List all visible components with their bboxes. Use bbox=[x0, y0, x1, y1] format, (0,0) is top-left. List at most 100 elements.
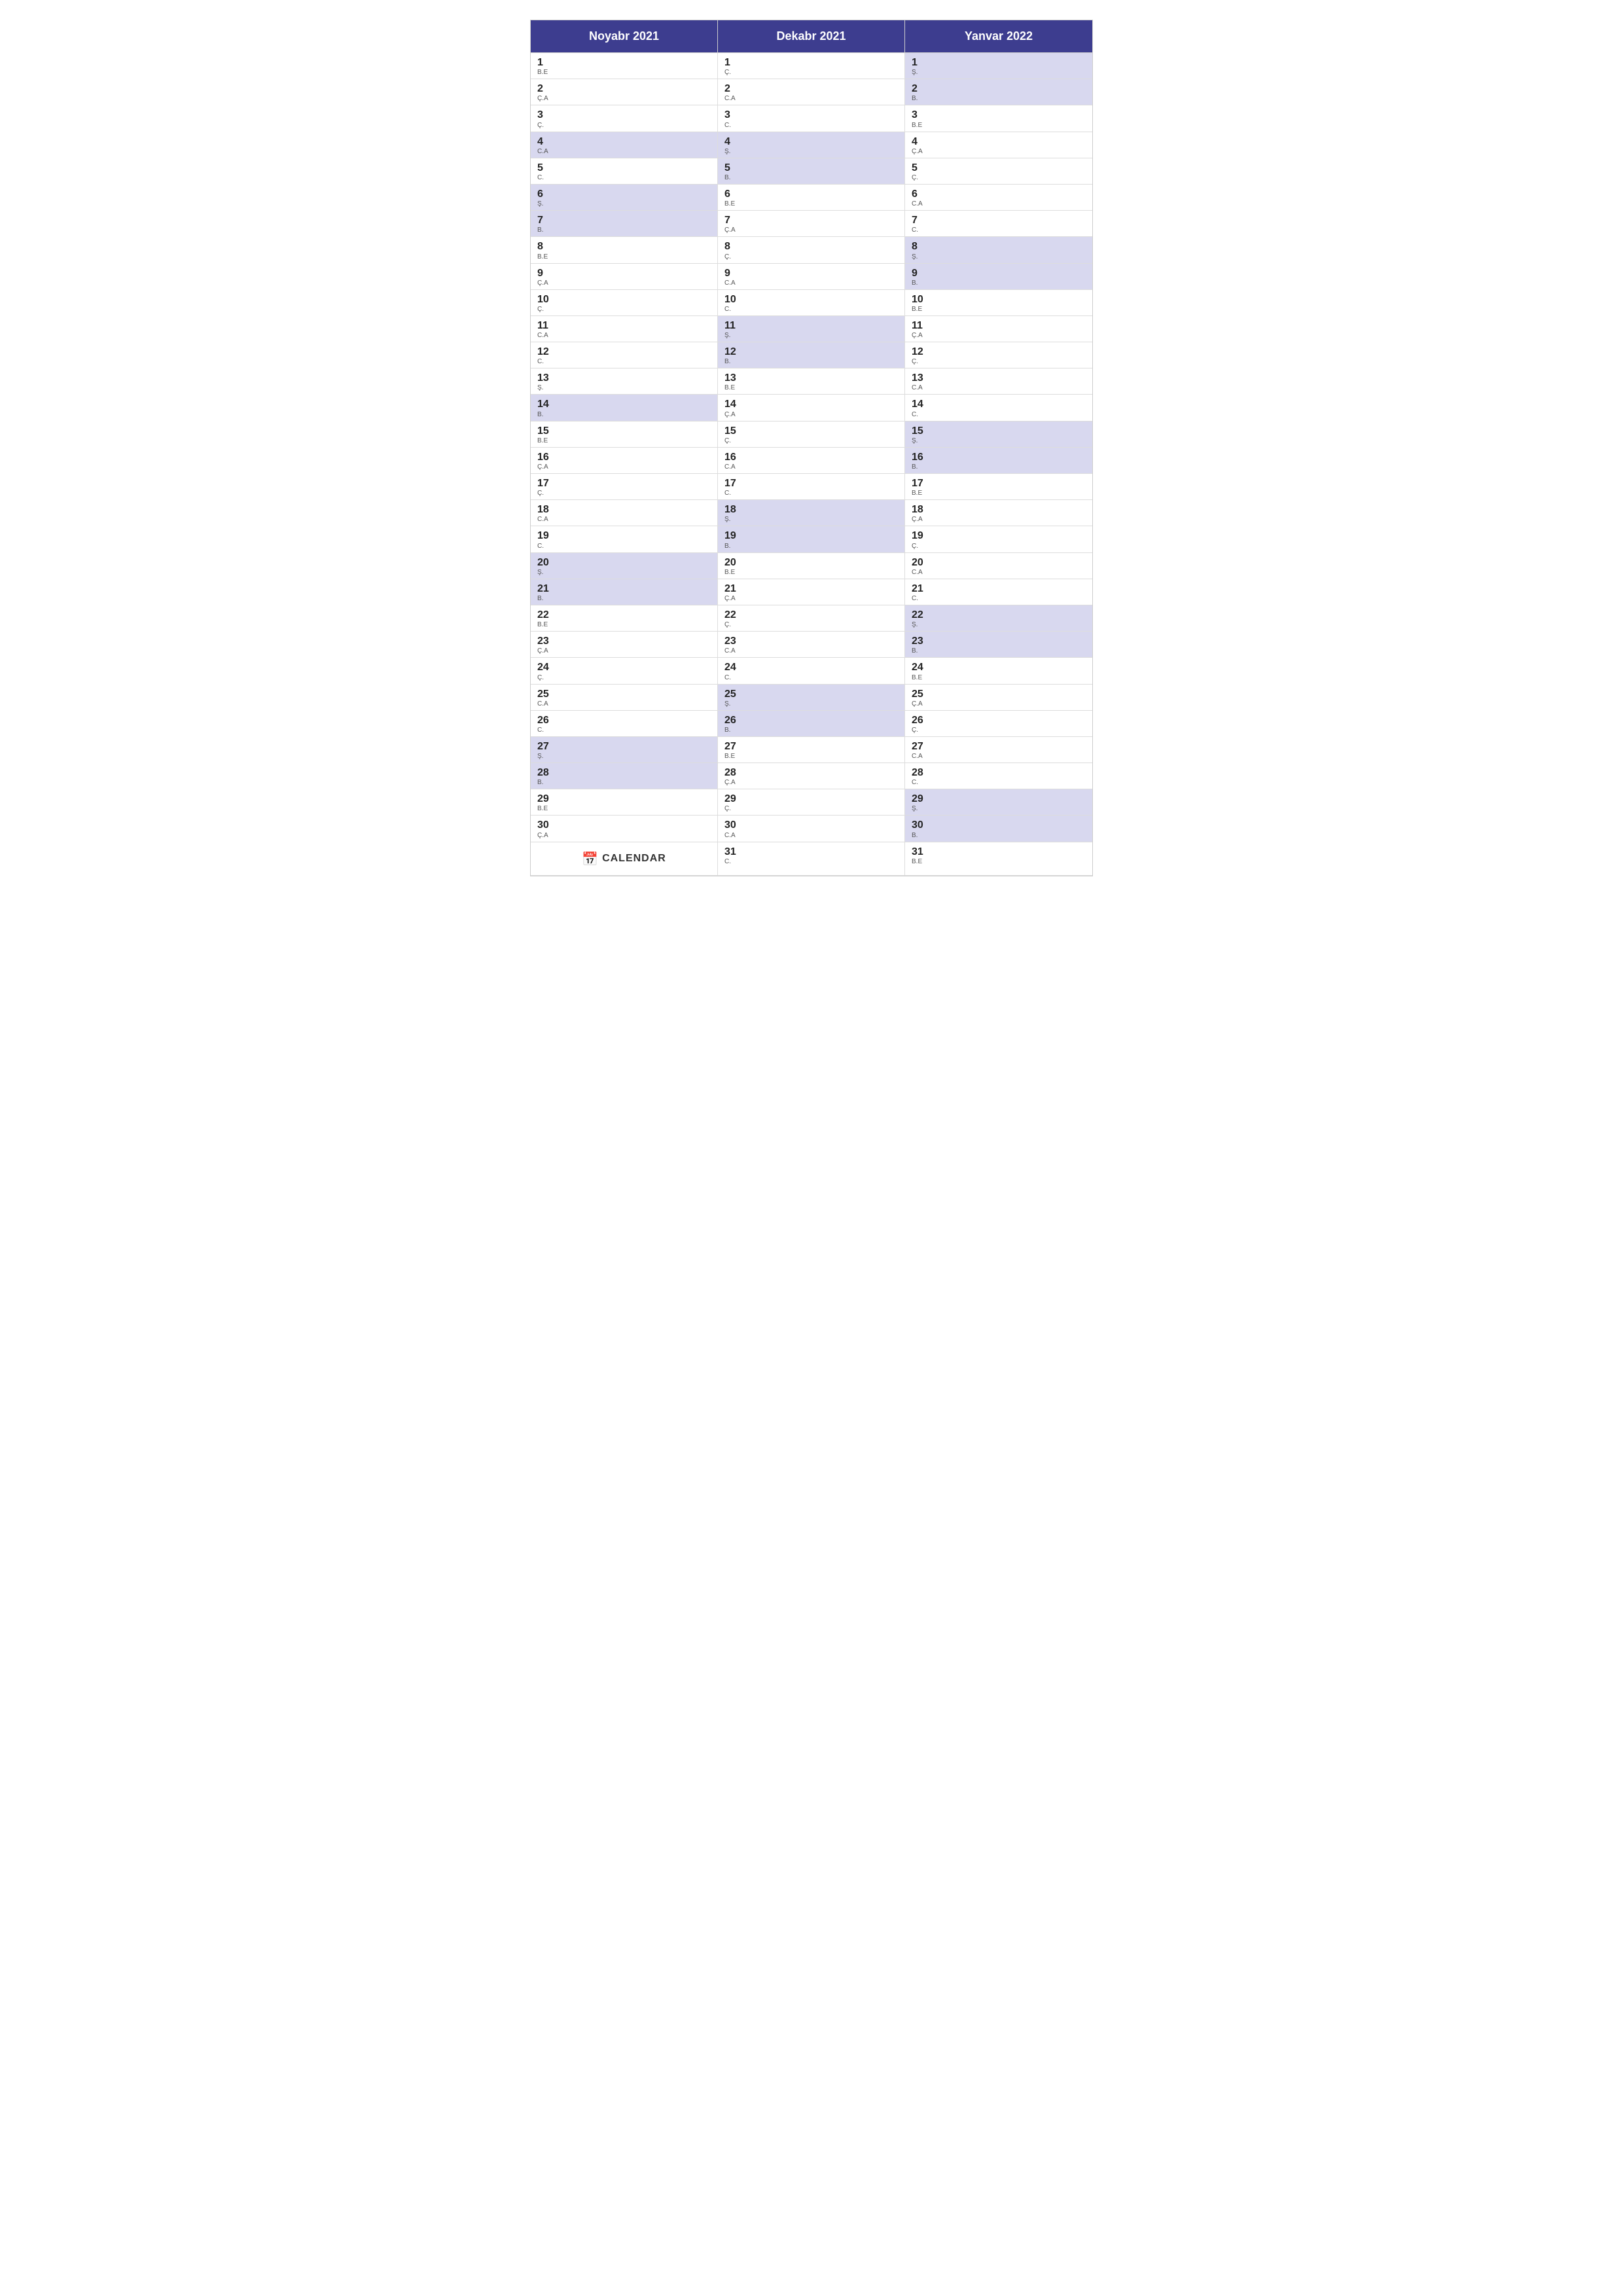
day-cell: 30B. bbox=[905, 816, 1092, 842]
day-cell: 17Ç. bbox=[531, 474, 718, 500]
day-abbr: Ç. bbox=[537, 490, 711, 497]
day-abbr: Ç.A bbox=[724, 411, 898, 418]
day-abbr: C. bbox=[912, 779, 1086, 786]
day-abbr: B. bbox=[537, 595, 711, 602]
day-number: 6 bbox=[912, 188, 1086, 200]
day-cell: 16Ç.A bbox=[531, 448, 718, 474]
day-number: 30 bbox=[537, 819, 711, 831]
day-cell: 9Ç.A bbox=[531, 264, 718, 290]
day-cell: 25C.A bbox=[531, 685, 718, 711]
day-number: 17 bbox=[724, 477, 898, 490]
day-cell: 18C.A bbox=[531, 500, 718, 526]
day-number: 29 bbox=[724, 793, 898, 805]
day-abbr: B. bbox=[537, 779, 711, 786]
day-cell: 27Ş. bbox=[531, 737, 718, 763]
day-number: 2 bbox=[537, 82, 711, 95]
day-abbr: B.E bbox=[724, 200, 898, 207]
day-number: 15 bbox=[537, 425, 711, 437]
day-abbr: Ç. bbox=[724, 69, 898, 76]
day-number: 12 bbox=[912, 346, 1086, 358]
day-cell: 10Ç. bbox=[531, 290, 718, 316]
day-cell: 6B.E bbox=[718, 185, 905, 211]
day-number: 21 bbox=[537, 583, 711, 595]
day-number: 12 bbox=[537, 346, 711, 358]
day-abbr: B.E bbox=[537, 621, 711, 628]
day-number: 30 bbox=[724, 819, 898, 831]
day-number: 4 bbox=[537, 135, 711, 148]
day-number: 31 bbox=[912, 846, 1086, 858]
day-cell: 11Ş. bbox=[718, 316, 905, 342]
day-cell: 14Ç.A bbox=[718, 395, 905, 421]
day-cell: 1B.E bbox=[531, 53, 718, 79]
day-cell: 27B.E bbox=[718, 737, 905, 763]
day-number: 26 bbox=[912, 714, 1086, 726]
day-number: 9 bbox=[724, 267, 898, 279]
day-number: 11 bbox=[724, 319, 898, 332]
day-abbr: Ç.A bbox=[724, 595, 898, 602]
day-cell: 3Ç. bbox=[531, 105, 718, 132]
day-cell: 15Ş. bbox=[905, 422, 1092, 448]
day-cell: 5C. bbox=[531, 158, 718, 185]
day-number: 17 bbox=[912, 477, 1086, 490]
day-number: 28 bbox=[912, 766, 1086, 779]
day-number: 22 bbox=[537, 609, 711, 621]
logo-text: CALENDAR bbox=[602, 853, 666, 865]
day-number: 3 bbox=[912, 109, 1086, 121]
day-number: 15 bbox=[912, 425, 1086, 437]
day-number: 28 bbox=[537, 766, 711, 779]
day-cell: 5B. bbox=[718, 158, 905, 185]
day-number: 17 bbox=[537, 477, 711, 490]
day-cell: 19Ç. bbox=[905, 526, 1092, 552]
header-row: Noyabr 2021 Dekabr 2021 Yanvar 2022 bbox=[531, 20, 1092, 53]
day-cell: 1Ş. bbox=[905, 53, 1092, 79]
day-abbr: B.E bbox=[724, 753, 898, 760]
day-cell: 18Ç.A bbox=[905, 500, 1092, 526]
day-abbr: Ç.A bbox=[537, 463, 711, 471]
day-number: 22 bbox=[912, 609, 1086, 621]
day-cell: 📅 CALENDAR bbox=[531, 842, 718, 876]
day-number: 20 bbox=[912, 556, 1086, 569]
day-cell: 6Ş. bbox=[531, 185, 718, 211]
day-number: 18 bbox=[537, 503, 711, 516]
day-number: 7 bbox=[537, 214, 711, 226]
day-number: 10 bbox=[912, 293, 1086, 306]
day-abbr: B.E bbox=[724, 384, 898, 391]
day-cell: 4Ş. bbox=[718, 132, 905, 158]
day-number: 14 bbox=[912, 398, 1086, 410]
month-header-dec: Dekabr 2021 bbox=[718, 20, 905, 52]
day-abbr: B.E bbox=[912, 674, 1086, 681]
day-number: 22 bbox=[724, 609, 898, 621]
day-cell: 28B. bbox=[531, 763, 718, 789]
day-abbr: Ş. bbox=[537, 384, 711, 391]
day-abbr: Ç.A bbox=[912, 700, 1086, 708]
day-cell: 2Ç.A bbox=[531, 79, 718, 105]
day-number: 11 bbox=[537, 319, 711, 332]
day-cell: 23B. bbox=[905, 632, 1092, 658]
day-number: 14 bbox=[724, 398, 898, 410]
day-cell: 29Ş. bbox=[905, 789, 1092, 816]
day-number: 1 bbox=[912, 56, 1086, 69]
day-abbr: B. bbox=[724, 726, 898, 734]
day-cell: 4Ç.A bbox=[905, 132, 1092, 158]
day-cell: 22Ş. bbox=[905, 605, 1092, 632]
day-cell: 7C. bbox=[905, 211, 1092, 237]
day-cell: 13Ş. bbox=[531, 368, 718, 395]
day-abbr: B. bbox=[912, 463, 1086, 471]
day-number: 8 bbox=[537, 240, 711, 253]
day-cell: 14B. bbox=[531, 395, 718, 421]
day-number: 18 bbox=[724, 503, 898, 516]
day-number: 15 bbox=[724, 425, 898, 437]
day-number: 27 bbox=[537, 740, 711, 753]
day-abbr: Ç. bbox=[537, 306, 711, 313]
day-number: 1 bbox=[724, 56, 898, 69]
day-abbr: Ş. bbox=[724, 148, 898, 155]
day-abbr: Ş. bbox=[537, 569, 711, 576]
day-cell: 8Ç. bbox=[718, 237, 905, 263]
day-abbr: C.A bbox=[537, 148, 711, 155]
day-number: 3 bbox=[724, 109, 898, 121]
day-number: 11 bbox=[912, 319, 1086, 332]
day-cell: 16C.A bbox=[718, 448, 905, 474]
day-abbr: C.A bbox=[724, 279, 898, 287]
day-cell: 23C.A bbox=[718, 632, 905, 658]
day-abbr: Ç. bbox=[537, 674, 711, 681]
